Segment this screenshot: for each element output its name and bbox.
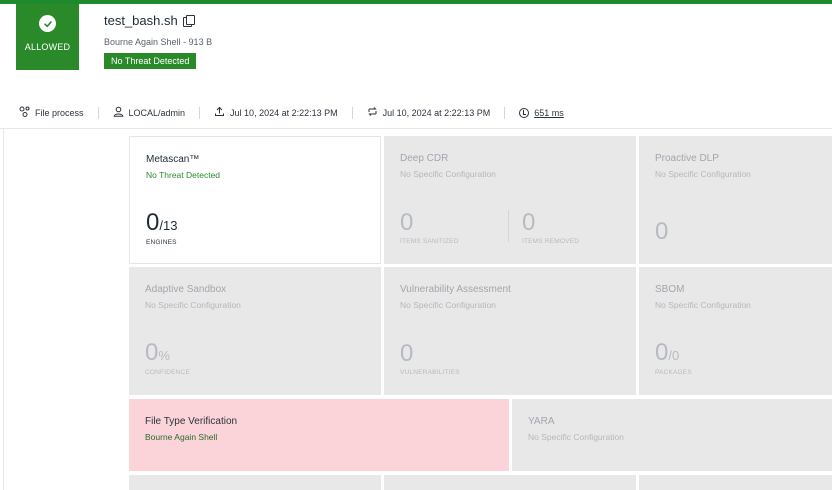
card-title: SBOM xyxy=(655,284,685,295)
upload-icon xyxy=(214,106,225,120)
copy-icon[interactable] xyxy=(182,15,195,27)
separator xyxy=(199,107,201,119)
card-subtitle: No Specific Configuration xyxy=(400,300,496,310)
card-adaptive-sandbox[interactable]: Adaptive Sandbox No Specific Configurati… xyxy=(129,267,381,395)
dlp-count: 0 xyxy=(655,218,669,245)
items-sanitized-count: 0 xyxy=(400,209,414,236)
card-partial[interactable] xyxy=(639,475,832,490)
card-title: File Type Verification xyxy=(145,416,238,427)
items-removed-count: 0 xyxy=(522,209,536,236)
verdict-label: ALLOWED xyxy=(24,42,71,52)
separator xyxy=(351,107,353,119)
scan-meta-bar: File process LOCAL/admin Jul 10, 2024 at… xyxy=(19,106,564,120)
card-title: Vulnerability Assessment xyxy=(400,284,511,295)
vulnerabilities-count: 0 xyxy=(400,340,414,367)
check-icon xyxy=(39,15,56,32)
card-metascan[interactable]: Metascan™ No Threat Detected 0/13 ENGINE… xyxy=(129,136,381,264)
card-title: Metascan™ xyxy=(146,154,200,165)
process-icon xyxy=(19,106,30,120)
refresh-icon xyxy=(367,106,378,120)
confidence-value: 0% xyxy=(145,339,170,366)
card-title: YARA xyxy=(528,416,555,427)
card-subtitle: No Specific Configuration xyxy=(400,169,496,179)
card-yara[interactable]: YARA No Specific Configuration xyxy=(512,399,832,471)
card-caption: CONFIDENCE xyxy=(145,369,190,376)
card-subtitle: Bourne Again Shell xyxy=(145,432,218,442)
card-subtitle: No Specific Configuration xyxy=(528,432,624,442)
verdict-tile: ALLOWED xyxy=(16,4,79,70)
meta-process-time: Jul 10, 2024 at 2:22:13 PM xyxy=(367,106,490,120)
card-subtitle: No Specific Configuration xyxy=(655,169,751,179)
clock-icon xyxy=(519,108,530,118)
user-icon xyxy=(113,106,124,120)
card-deep-cdr[interactable]: Deep CDR No Specific Configuration 0 ITE… xyxy=(384,136,636,264)
meta-duration: 651 ms xyxy=(519,108,564,118)
card-file-type-verification[interactable]: File Type Verification Bourne Again Shel… xyxy=(129,399,509,471)
card-partial[interactable] xyxy=(384,475,636,490)
card-title: Adaptive Sandbox xyxy=(145,284,227,295)
card-title: Deep CDR xyxy=(400,153,449,164)
card-sbom[interactable]: SBOM No Specific Configuration 0/0 PACKA… xyxy=(639,267,832,395)
meta-user: LOCAL/admin xyxy=(113,106,185,120)
card-vulnerability-assessment[interactable]: Vulnerability Assessment No Specific Con… xyxy=(384,267,636,395)
file-name: test_bash.sh xyxy=(104,13,195,28)
card-partial[interactable] xyxy=(129,475,381,490)
duration-link[interactable]: 651 ms xyxy=(534,108,564,118)
engines-count: 0/13 xyxy=(146,209,178,236)
packages-count: 0/0 xyxy=(655,339,680,366)
card-title: Proactive DLP xyxy=(655,153,719,164)
card-caption: ITEMS SANITIZED xyxy=(400,238,459,245)
separator xyxy=(504,107,506,119)
card-caption: PACKAGES xyxy=(655,369,692,376)
file-type-size: Bourne Again Shell - 913 B xyxy=(104,37,213,47)
divider xyxy=(3,129,4,490)
card-subtitle: No Specific Configuration xyxy=(145,300,241,310)
file-name-text: test_bash.sh xyxy=(104,13,178,28)
card-subtitle: No Threat Detected xyxy=(146,170,221,180)
separator xyxy=(97,107,99,119)
card-caption: ENGINES xyxy=(146,239,177,246)
threat-badge: No Threat Detected xyxy=(104,53,197,69)
card-subtitle: No Specific Configuration xyxy=(655,300,751,310)
card-proactive-dlp[interactable]: Proactive DLP No Specific Configuration … xyxy=(639,136,832,264)
divider xyxy=(0,128,832,129)
top-status-bar xyxy=(0,0,832,4)
card-caption: ITEMS REMOVED xyxy=(522,238,580,245)
meta-source: File process xyxy=(19,106,84,120)
card-caption: VULNERABILITIES xyxy=(400,369,460,376)
divider xyxy=(508,210,509,242)
meta-upload-time: Jul 10, 2024 at 2:22:13 PM xyxy=(214,106,338,120)
